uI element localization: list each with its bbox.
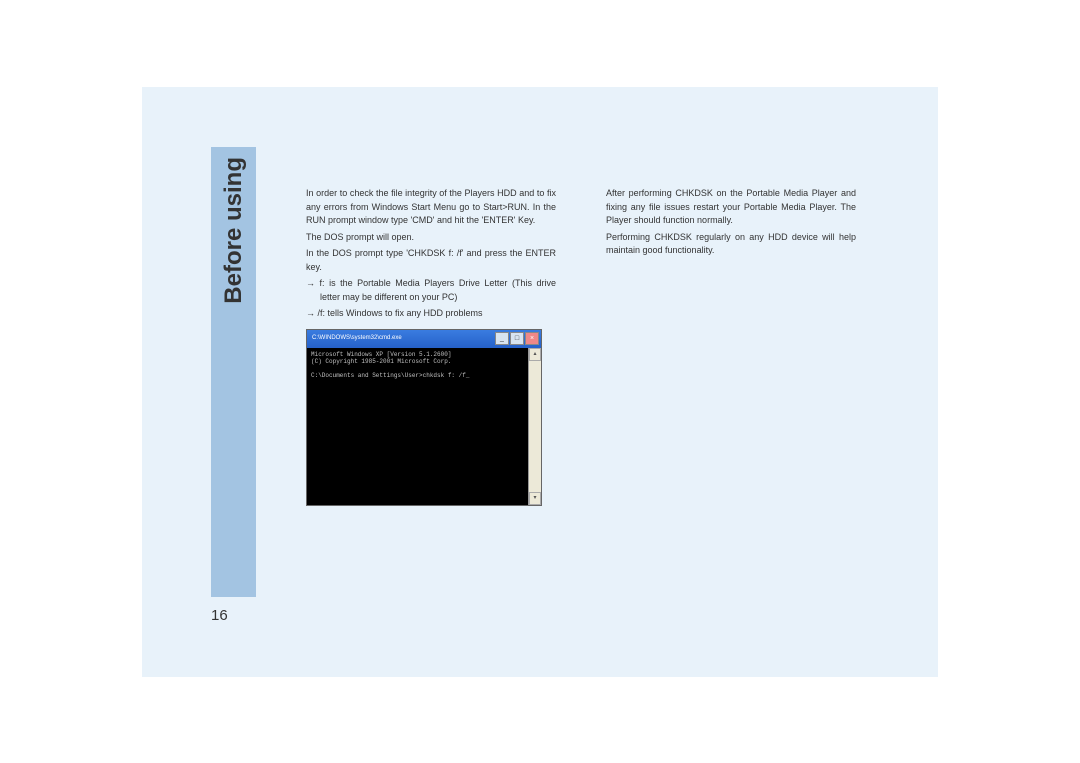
cmd-title-text: C:\WINDOWS\system32\cmd.exe bbox=[309, 334, 495, 343]
paragraph: In order to check the file integrity of … bbox=[306, 187, 556, 228]
paragraph: After performing CHKDSK on the Portable … bbox=[606, 187, 856, 228]
cmd-screenshot: C:\WINDOWS\system32\cmd.exe _ □ × Micros… bbox=[306, 329, 542, 506]
cmd-line: C:\Documents and Settings\User>chkdsk f:… bbox=[311, 372, 524, 380]
document-page: Before using 16 In order to check the fi… bbox=[142, 87, 938, 677]
paragraph: Performing CHKDSK regularly on any HDD d… bbox=[606, 231, 856, 258]
section-title: Before using bbox=[220, 157, 248, 304]
paragraph: → f: is the Portable Media Players Drive… bbox=[306, 277, 556, 304]
scroll-up-icon: ▴ bbox=[529, 348, 541, 361]
paragraph: In the DOS prompt type 'CHKDSK f: /f' an… bbox=[306, 247, 556, 274]
window-buttons: _ □ × bbox=[495, 332, 539, 345]
cmd-line: (C) Copyright 1985-2001 Microsoft Corp. bbox=[311, 358, 524, 366]
close-icon: × bbox=[525, 332, 539, 345]
minimize-icon: _ bbox=[495, 332, 509, 345]
content-area: In order to check the file integrity of … bbox=[306, 187, 886, 506]
cmd-output: Microsoft Windows XP [Version 5.1.2600] … bbox=[307, 348, 528, 505]
cmd-line: Microsoft Windows XP [Version 5.1.2600] bbox=[311, 351, 524, 359]
maximize-icon: □ bbox=[510, 332, 524, 345]
right-column: After performing CHKDSK on the Portable … bbox=[606, 187, 856, 506]
scroll-down-icon: ▾ bbox=[529, 492, 541, 505]
page-number: 16 bbox=[211, 607, 228, 624]
cmd-body-area: Microsoft Windows XP [Version 5.1.2600] … bbox=[307, 348, 541, 505]
paragraph: → /f: tells Windows to fix any HDD probl… bbox=[306, 307, 556, 321]
scrollbar: ▴ ▾ bbox=[528, 348, 541, 505]
cmd-titlebar: C:\WINDOWS\system32\cmd.exe _ □ × bbox=[307, 330, 541, 348]
left-column: In order to check the file integrity of … bbox=[306, 187, 556, 506]
sidebar: Before using bbox=[211, 147, 256, 597]
paragraph: The DOS prompt will open. bbox=[306, 231, 556, 245]
scroll-track bbox=[529, 361, 541, 492]
